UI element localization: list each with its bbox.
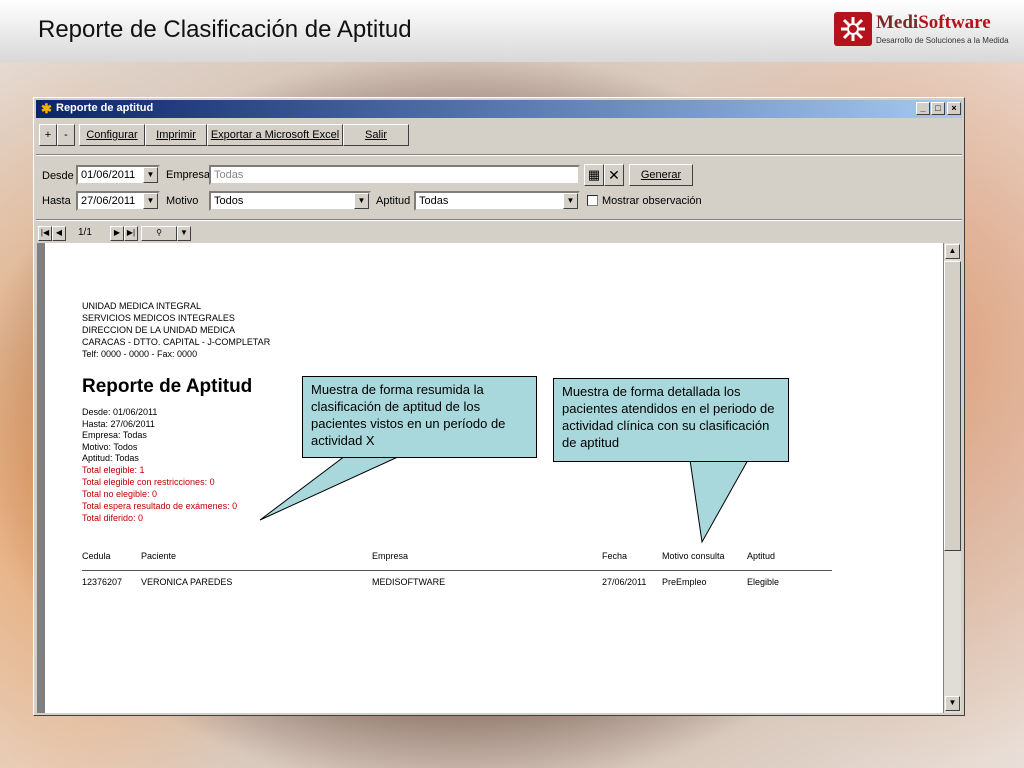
- callout-summary: Muestra de forma resumida la clasificaci…: [302, 376, 537, 458]
- callout-detail: Muestra de forma detallada los pacientes…: [553, 378, 789, 462]
